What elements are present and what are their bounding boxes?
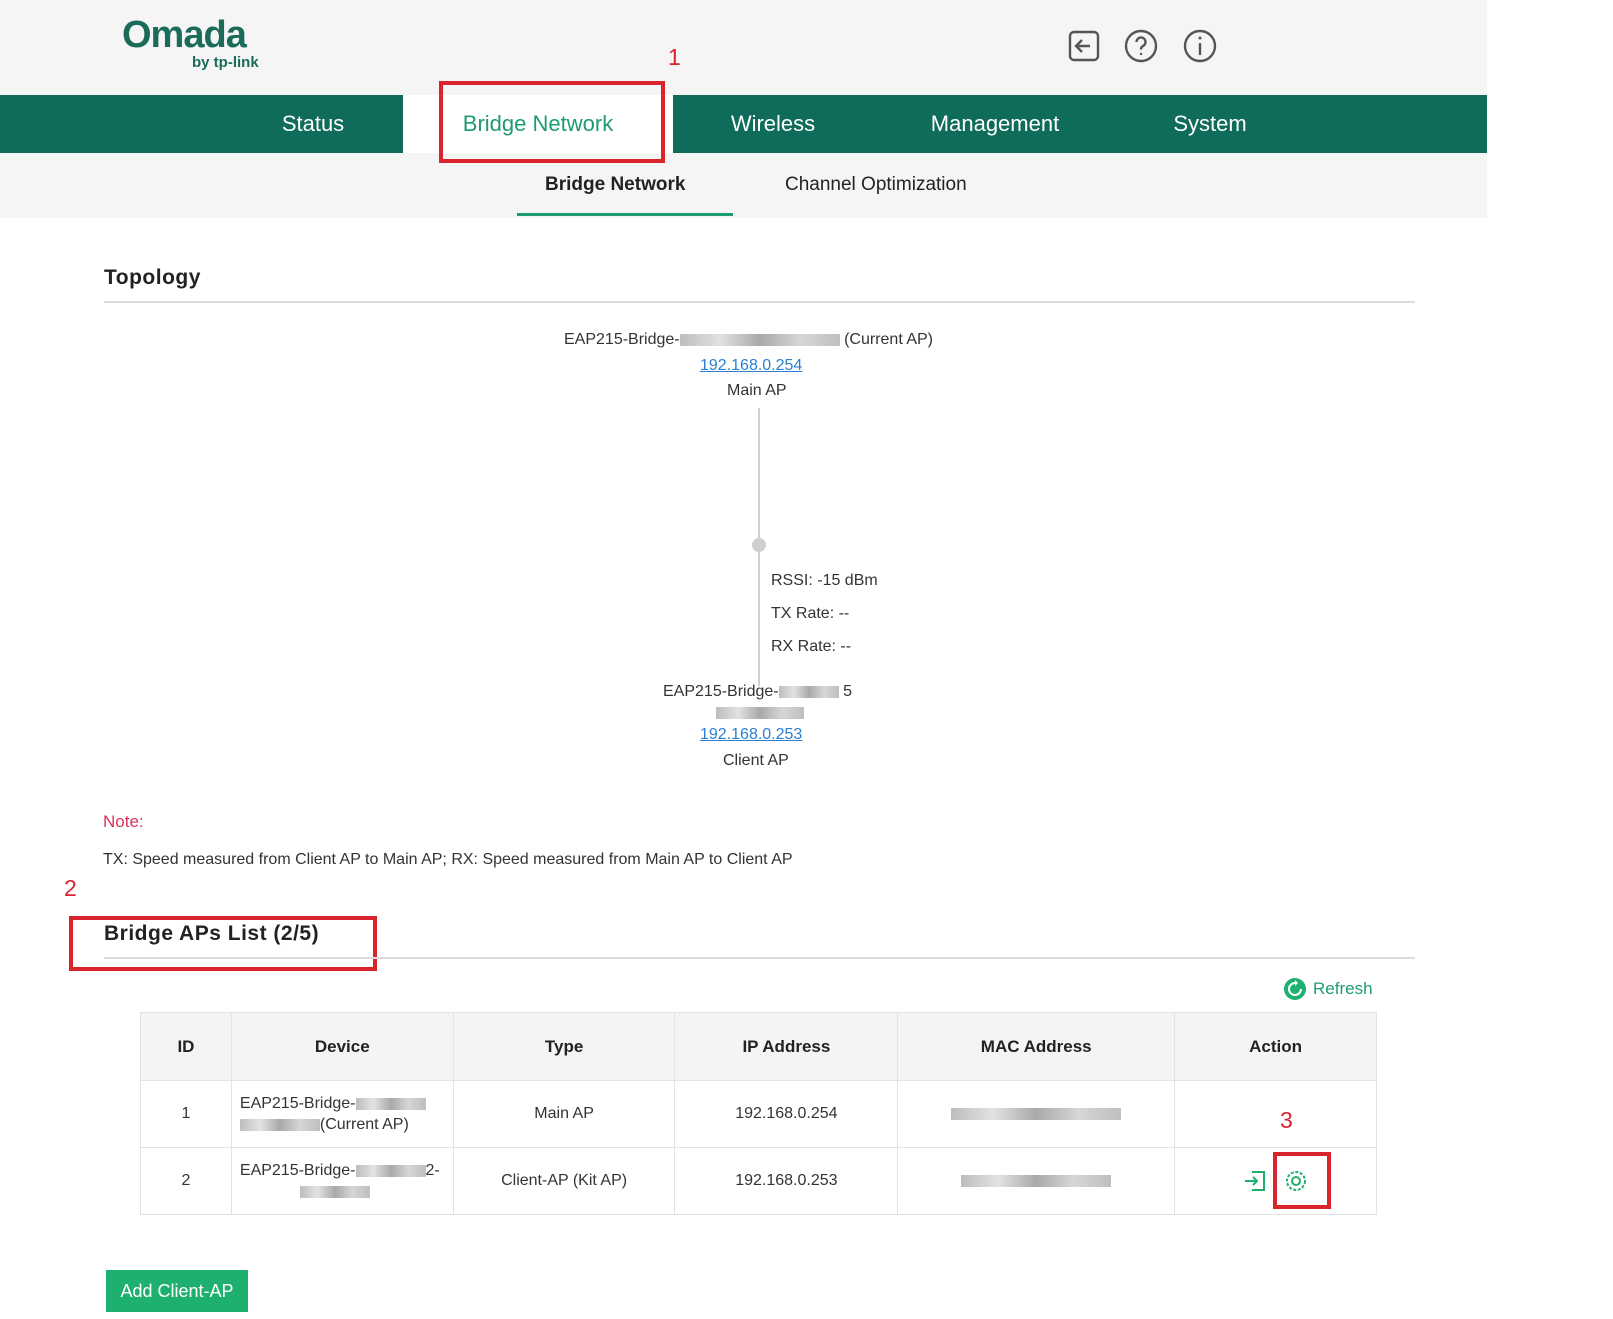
client-ap-ip-link[interactable]: 192.168.0.253 (700, 726, 802, 744)
cell-mac (897, 1080, 1176, 1148)
cell-device: EAP215-Bridge- 2- (230, 1147, 454, 1215)
tab-system[interactable]: System (1130, 95, 1290, 153)
redacted-text (299, 1185, 370, 1198)
col-header-ip: IP Address (674, 1012, 899, 1081)
redacted-text (239, 1118, 320, 1131)
bridge-list-title: Bridge APs List (2/5) (104, 922, 320, 945)
client-ap-role: Client AP (723, 752, 789, 769)
client-ap-name-line2 (716, 704, 804, 722)
link-rx-rate: RX Rate: -- (771, 638, 852, 655)
subtab-active-indicator (517, 213, 733, 216)
redacted-text (355, 1097, 426, 1110)
bridge-list-divider (104, 957, 1415, 959)
redacted-text (679, 333, 840, 346)
cell-id: 2 (140, 1147, 232, 1215)
redacted-text (961, 1174, 1112, 1187)
topology-link-line-lower (758, 552, 760, 686)
cell-mac (897, 1147, 1176, 1215)
redacted-text (716, 706, 804, 719)
tab-management[interactable]: Management (900, 95, 1090, 153)
header: Omada by tp-link Status Bridge Network W… (0, 0, 1487, 218)
col-header-type: Type (452, 1012, 676, 1081)
help-icon[interactable] (1123, 28, 1159, 64)
bridge-aps-table: ID Device Type IP Address MAC Address Ac… (140, 1012, 1377, 1215)
table-header-row: ID Device Type IP Address MAC Address Ac… (140, 1012, 1377, 1081)
cell-action (1174, 1080, 1377, 1148)
main-ap-role: Main AP (727, 382, 787, 399)
link-tx-rate: TX Rate: -- (771, 605, 850, 622)
link-rssi: RSSI: -15 dBm (771, 572, 878, 589)
main-ap-name: EAP215-Bridge- (Current AP) (564, 331, 933, 348)
note-label: Note: (103, 812, 144, 831)
cell-type: Client-AP (Kit AP) (452, 1147, 676, 1215)
main-ap-ip-link[interactable]: 192.168.0.254 (700, 357, 802, 375)
logout-icon[interactable] (1066, 28, 1102, 64)
client-ap-name: EAP215-Bridge- 5 (663, 683, 852, 700)
subtab-channel-optimization[interactable]: Channel Optimization (785, 174, 967, 196)
refresh-button[interactable]: Refresh (1283, 977, 1373, 1001)
cell-device: EAP215-Bridge- (Current AP) (230, 1080, 454, 1148)
cell-type: Main AP (452, 1080, 676, 1148)
logo-subtext: by tp-link (192, 54, 259, 71)
table-row: 1 EAP215-Bridge- (Current AP) Main AP 19… (140, 1080, 1377, 1148)
redacted-text (778, 685, 839, 698)
logo-text: Omada (122, 14, 247, 56)
col-header-mac: MAC Address (897, 1012, 1176, 1081)
table-row: 2 EAP215-Bridge- 2- Client-AP (Kit AP) 19… (140, 1147, 1377, 1215)
cell-ip: 192.168.0.254 (674, 1080, 899, 1148)
info-icon[interactable] (1182, 28, 1218, 64)
topology-link-node (752, 538, 766, 552)
annotation-box-3 (1273, 1152, 1331, 1209)
refresh-icon (1284, 978, 1306, 1000)
login-icon[interactable] (1242, 1168, 1268, 1194)
col-header-action: Action (1174, 1012, 1377, 1081)
annotation-number-2: 2 (64, 875, 77, 901)
tab-status[interactable]: Status (233, 95, 393, 153)
annotation-number-3: 3 (1280, 1107, 1293, 1133)
topology-divider (104, 301, 1415, 303)
add-client-ap-button[interactable]: Add Client-AP (106, 1270, 248, 1312)
topology-link-line (758, 408, 760, 538)
col-header-id: ID (140, 1012, 232, 1081)
subtab-bridge-network[interactable]: Bridge Network (545, 174, 685, 196)
main-navbar: Status Bridge Network Wireless Managemen… (0, 95, 1487, 153)
cell-ip: 192.168.0.253 (674, 1147, 899, 1215)
cell-id: 1 (140, 1080, 232, 1148)
redacted-text (951, 1107, 1122, 1120)
annotation-box-1 (439, 81, 665, 163)
note-text: TX: Speed measured from Client AP to Mai… (103, 851, 793, 868)
redacted-text (355, 1164, 426, 1177)
col-header-device: Device (230, 1012, 454, 1081)
topology-title: Topology (104, 266, 201, 289)
annotation-number-1: 1 (668, 44, 681, 70)
tab-wireless[interactable]: Wireless (693, 95, 853, 153)
omada-logo: Omada by tp-link (122, 14, 272, 76)
